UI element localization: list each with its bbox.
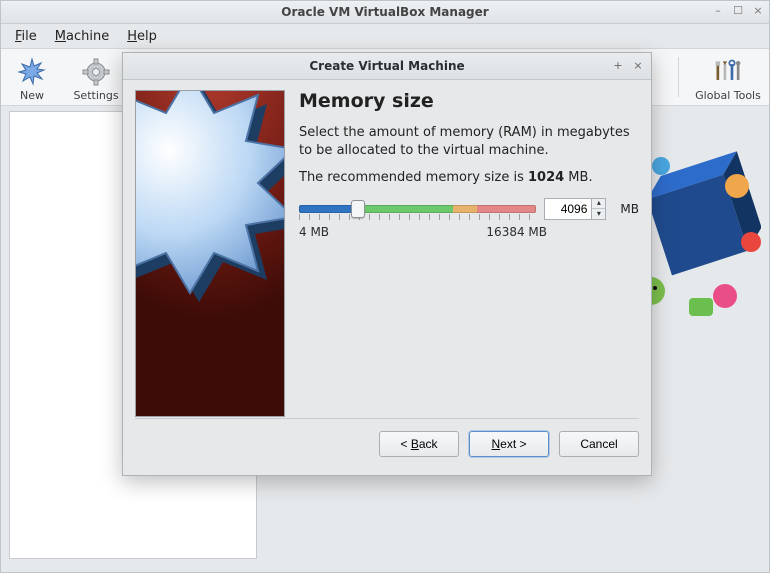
toolbar-separator: [678, 57, 679, 97]
menu-file[interactable]: File: [7, 27, 45, 46]
menubar: File Machine Help: [1, 24, 769, 49]
recommended-prefix: The recommended memory size is: [299, 170, 528, 185]
dialog-window-controls: + ×: [611, 58, 645, 72]
slider-max-label: 16384 MB: [486, 225, 547, 239]
next-button[interactable]: Next >: [469, 431, 549, 457]
maximize-icon[interactable]: ☐: [731, 3, 745, 17]
memory-slider[interactable]: [299, 197, 536, 221]
create-vm-dialog: Create Virtual Machine + ×: [122, 52, 652, 476]
slider-ticks: [299, 214, 536, 220]
main-titlebar[interactable]: Oracle VM VirtualBox Manager – ☐ ×: [1, 1, 769, 24]
main-window-title: Oracle VM VirtualBox Manager: [281, 5, 488, 19]
menu-machine[interactable]: Machine: [47, 27, 117, 46]
spinbox-buttons: ▴ ▾: [592, 198, 606, 220]
toolbar-new-label: New: [20, 89, 44, 102]
dialog-titlebar[interactable]: Create Virtual Machine + ×: [123, 53, 651, 80]
spin-up-button[interactable]: ▴: [592, 199, 605, 210]
toolbar-global-tools-label: Global Tools: [695, 89, 761, 102]
memory-slider-row: ▴ ▾ MB: [299, 197, 639, 221]
close-icon[interactable]: ×: [751, 3, 765, 17]
dialog-heading: Memory size: [299, 90, 639, 112]
minimize-icon[interactable]: –: [711, 3, 725, 17]
toolbar-settings-button[interactable]: Settings: [71, 53, 121, 102]
dialog-footer: < Back Next > Cancel: [135, 418, 639, 469]
recommended-value: 1024: [528, 170, 564, 185]
slider-range-labels: 4 MB 16384 MB: [299, 225, 547, 239]
tools-icon: [713, 57, 743, 87]
spin-down-button[interactable]: ▾: [592, 209, 605, 219]
recommended-suffix: MB.: [564, 170, 592, 185]
menu-help[interactable]: Help: [119, 27, 165, 46]
slider-handle[interactable]: [351, 200, 365, 218]
dialog-expand-icon[interactable]: +: [611, 58, 625, 72]
memory-input[interactable]: [544, 198, 592, 220]
cancel-button[interactable]: Cancel: [559, 431, 639, 457]
dialog-body: Memory size Select the amount of memory …: [123, 80, 651, 418]
memory-spinbox: ▴ ▾: [544, 198, 606, 220]
new-icon: [17, 57, 47, 87]
dialog-close-icon[interactable]: ×: [631, 58, 645, 72]
menu-machine-label: achine: [66, 29, 109, 44]
toolbar-new-button[interactable]: New: [7, 53, 57, 102]
dialog-description: Select the amount of memory (RAM) in meg…: [299, 124, 639, 159]
toolbar-settings-label: Settings: [73, 89, 118, 102]
slider-min-label: 4 MB: [299, 225, 329, 239]
gear-icon: [81, 57, 111, 87]
menu-file-label: ile: [22, 29, 37, 44]
dialog-main: Memory size Select the amount of memory …: [299, 90, 639, 418]
toolbar-global-tools-button[interactable]: Global Tools: [693, 53, 763, 102]
cancel-label: Cancel: [580, 437, 617, 451]
back-button[interactable]: < Back: [379, 431, 459, 457]
menu-help-label: elp: [137, 29, 157, 44]
memory-unit: MB: [620, 202, 639, 216]
dialog-graphic: [135, 90, 285, 417]
dialog-title: Create Virtual Machine: [309, 59, 464, 73]
dialog-recommended-text: The recommended memory size is 1024 MB.: [299, 169, 639, 187]
main-window-controls: – ☐ ×: [711, 3, 765, 17]
slider-track: [299, 205, 536, 213]
